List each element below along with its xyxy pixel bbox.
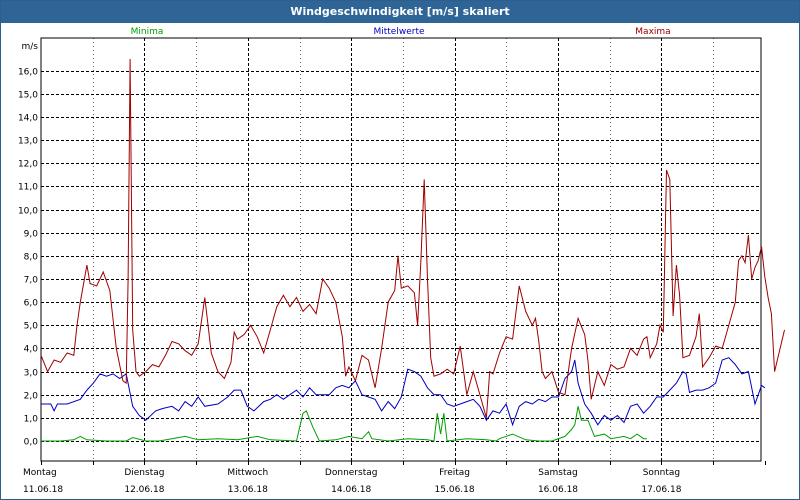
- x-date-label: 12.06.18: [124, 485, 164, 495]
- y-tick-label: 11,0: [18, 183, 38, 193]
- y-tick-label: 2,0: [24, 392, 39, 402]
- y-tick-label: 1,0: [24, 415, 39, 425]
- y-tick-label: 14,0: [18, 114, 38, 124]
- x-day-label: Donnerstag: [325, 468, 378, 478]
- y-tick-label: 5,0: [24, 322, 39, 332]
- legend-maxima: Maxima: [635, 27, 670, 37]
- legend-mittelwerte: Mittelwerte: [373, 27, 424, 37]
- y-tick-label: 13,0: [18, 137, 38, 147]
- x-day-label: Sonntag: [643, 468, 680, 478]
- wind-speed-chart: 0,0 1,0 2,0 3,0 4,0 5,0 6,0 7,0 8,0 9,0 10,0 11,0 12…: [18, 27, 785, 495]
- y-tick-label: 3,0: [24, 369, 39, 379]
- x-day-label: Samstag: [538, 468, 577, 478]
- y-tick-label: 15,0: [18, 91, 38, 101]
- series: [40, 58, 785, 442]
- y-tick-label: 7,0: [24, 276, 39, 286]
- y-axis-label: m/s: [22, 42, 39, 52]
- x-date-label: 11.06.18: [23, 485, 63, 495]
- y-tick-label: 10,0: [18, 207, 38, 217]
- chart-window: Windgeschwindigkeit [m/s] skaliert 0,0 1,…: [0, 0, 800, 500]
- y-tick-label: 6,0: [24, 299, 39, 309]
- x-day-label: Mittwoch: [227, 468, 268, 478]
- series-line-minima: [41, 406, 647, 442]
- x-day-label: Montag: [23, 468, 57, 478]
- x-date-label: 16.06.18: [538, 485, 578, 495]
- x-date-label: 13.06.18: [228, 485, 268, 495]
- legend-minima: Minima: [131, 27, 164, 37]
- x-date-label: 17.06.18: [641, 485, 681, 495]
- labels: 0,0 1,0 2,0 3,0 4,0 5,0 6,0 7,0 8,0 9,0 10,0 11,0 12…: [18, 27, 682, 495]
- x-date-label: 15.06.18: [435, 485, 475, 495]
- y-tick-label: 8,0: [24, 253, 39, 263]
- y-tick-label: 12,0: [18, 160, 38, 170]
- y-tick-label: 9,0: [24, 230, 39, 240]
- y-tick-label: 16,0: [18, 68, 38, 78]
- x-day-label: Dienstag: [124, 468, 164, 478]
- x-date-label: 14.06.18: [331, 485, 371, 495]
- y-tick-label: 0,0: [24, 438, 39, 448]
- y-tick-label: 4,0: [24, 345, 39, 355]
- series-line-maxima: [40, 58, 785, 419]
- x-day-label: Freitag: [439, 468, 470, 478]
